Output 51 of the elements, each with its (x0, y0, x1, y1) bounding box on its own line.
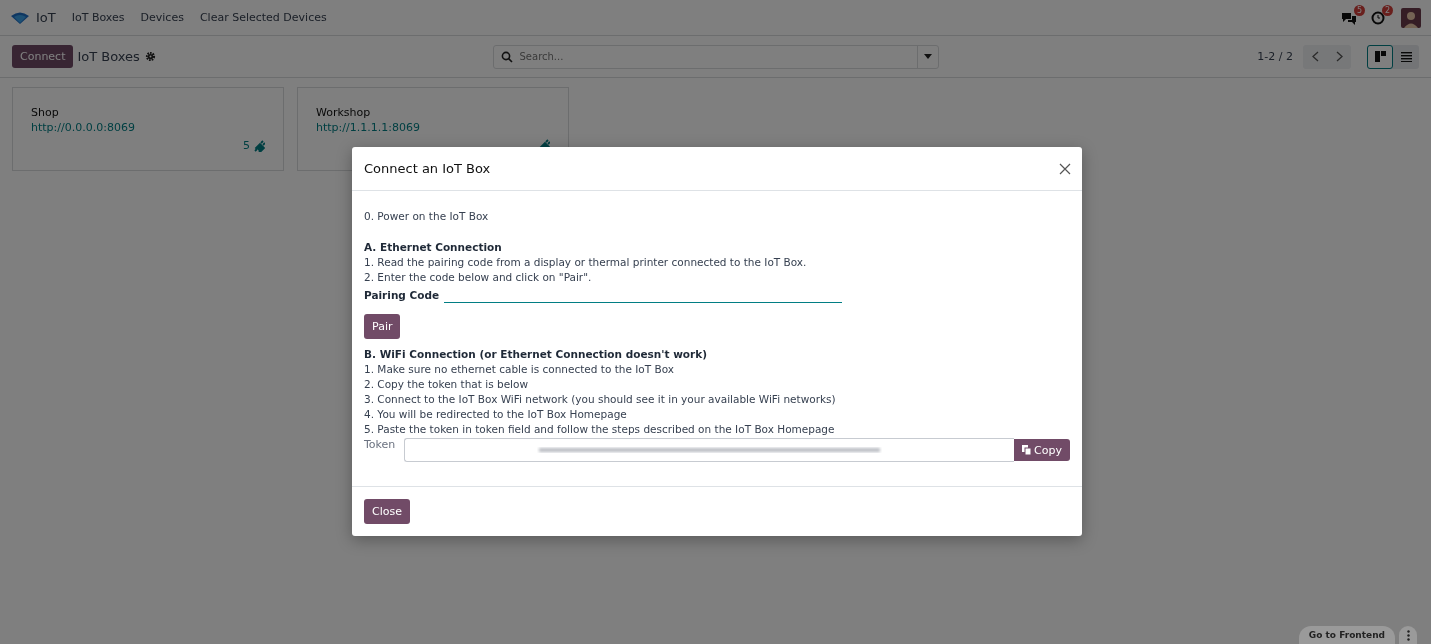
instruction-text: 1. Make sure no ethernet cable is connected to the IoT Box (364, 362, 676, 377)
token-field[interactable] (404, 438, 1015, 462)
instruction-text: 4. You will be redirected to the IoT Box Homepage (364, 407, 628, 422)
kanban-view-button[interactable] (1367, 44, 1393, 69)
pager-text: 1-2 / 2 (1257, 50, 1293, 63)
page-title: IoT Boxes (77, 49, 140, 64)
pair-button[interactable]: Pair (364, 314, 401, 339)
message-count-badge: 5 (1353, 4, 1365, 16)
copy-icon (1022, 445, 1032, 455)
menu-item[interactable]: Clear Selected Devices (199, 11, 327, 24)
kanban-view-icon (1374, 51, 1386, 62)
instruction-text: 2. Copy the token that is below (364, 377, 530, 392)
avatar-icon[interactable] (1401, 7, 1421, 28)
chevron-left-icon[interactable] (1311, 51, 1319, 62)
close-icon[interactable] (1059, 162, 1071, 175)
instruction-text: 3. Connect to the IoT Box WiFi network (you should see it in your available WiFi networks) (364, 392, 837, 407)
dialog-title: Connect an IoT Box (364, 161, 491, 176)
settings-icon[interactable] (144, 51, 156, 62)
chevron-right-icon[interactable] (1335, 51, 1343, 62)
go-to-frontend-button[interactable]: Go to Frontend (1298, 626, 1395, 644)
copy-button[interactable]: Copy (1014, 439, 1070, 461)
box-url[interactable]: http://1.1.1.1:8069 (316, 121, 420, 134)
instruction-text: 5. Paste the token in token field and follow the steps described on the IoT Box Homepage (364, 422, 836, 437)
plug-icon (253, 139, 265, 152)
menu-item[interactable]: IoT Boxes (71, 11, 125, 24)
list-view-icon (1400, 51, 1412, 62)
search-bar[interactable]: Search... (492, 44, 939, 69)
dropdown-caret-icon[interactable] (923, 54, 932, 59)
chat-icon[interactable] (1341, 10, 1357, 25)
box-url[interactable]: http://0.0.0.0:8069 (31, 121, 135, 134)
instruction-text: 2. Enter the code below and click on "Pair". (364, 270, 593, 285)
instruction-text: 0. Power on the IoT Box (364, 209, 490, 224)
vertical-dots-icon (1406, 629, 1410, 641)
box-name: Shop (31, 106, 60, 119)
menu-item[interactable]: Devices (140, 11, 184, 24)
wifi-logo-icon[interactable] (10, 10, 30, 25)
device-count: 5 (243, 139, 250, 152)
close-button[interactable]: Close (364, 499, 410, 524)
section-heading: A. Ethernet Connection (364, 240, 503, 255)
more-options-button[interactable] (1399, 626, 1417, 644)
connect-button[interactable]: Connect (12, 45, 74, 68)
instruction-text: 1. Read the pairing code from a display or thermal printer connected to the IoT Box. (364, 255, 808, 270)
box-name: Workshop (316, 106, 372, 119)
clock-icon[interactable] (1371, 10, 1385, 25)
activity-count-badge: 2 (1381, 4, 1393, 16)
field-label: Token (364, 438, 397, 451)
app-name[interactable]: IoT (36, 10, 56, 25)
search-field[interactable]: Search... (517, 50, 917, 63)
field-label: Pairing Code (364, 288, 441, 301)
search-icon (500, 50, 513, 63)
section-heading: B. WiFi Connection (or Ethernet Connection doesn't work) (364, 347, 709, 362)
